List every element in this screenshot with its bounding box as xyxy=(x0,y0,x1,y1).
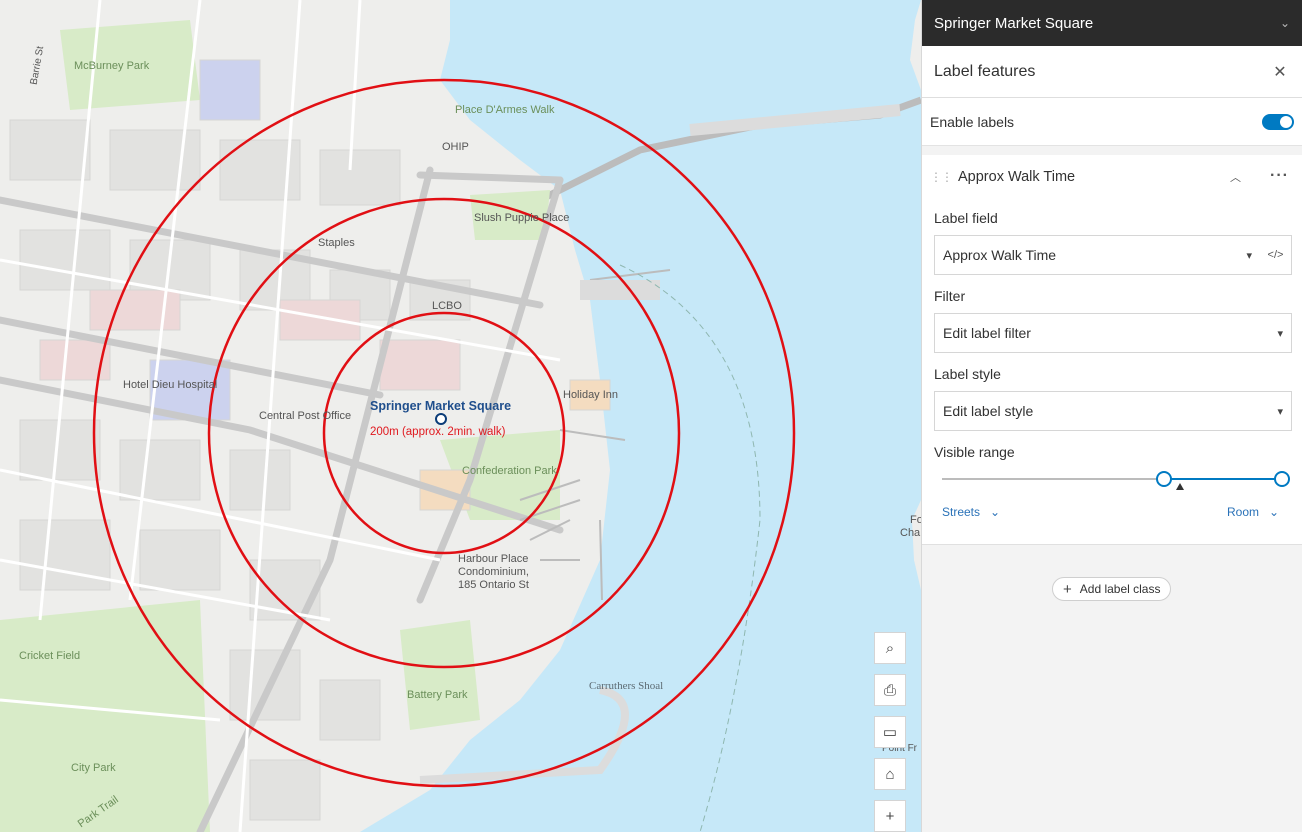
label-class-card: ⋮⋮ Approx Walk Time ︿ ··· Label field Ap… xyxy=(922,155,1302,545)
range-min-label: Streets xyxy=(942,505,981,519)
map-zoom-in-button[interactable]: + xyxy=(874,800,906,832)
map-label-condominium: Condominium, xyxy=(458,566,529,578)
map-search-button[interactable]: ⌕ xyxy=(874,632,906,664)
battery-park-area xyxy=(400,620,480,730)
map-label-mcburney-park: McBurney Park xyxy=(74,60,150,72)
label-style-value: Edit label style xyxy=(943,403,1034,419)
slider-min-handle[interactable] xyxy=(1156,471,1172,487)
map-label-place-darmes: Place D'Armes Walk xyxy=(455,104,555,116)
chevron-down-icon: ▾ xyxy=(1277,327,1283,340)
map-label-city-park: City Park xyxy=(71,762,116,774)
layer-header[interactable]: Springer Market Square ⌄ xyxy=(922,0,1302,46)
map-label-edge-cha: Cha xyxy=(900,527,921,539)
label-style-label: Label style xyxy=(934,366,1001,382)
home-icon: ⌂ xyxy=(885,765,895,783)
map-label-battery-park: Battery Park xyxy=(407,689,468,701)
slider-max-handle[interactable] xyxy=(1274,471,1290,487)
enable-labels-label: Enable labels xyxy=(930,113,1015,130)
map-label-central-post: Central Post Office xyxy=(259,410,352,422)
feature-label-walk-time: 200m (approx. 2min. walk) xyxy=(370,426,506,438)
label-field-select[interactable]: Approx Walk Time ▾ xyxy=(934,235,1261,275)
map-label-harbour-place: Harbour Place xyxy=(458,553,529,565)
map-label-lcbo: LCBO xyxy=(432,300,462,312)
zoom-in-icon: + xyxy=(885,807,895,825)
map-label-cricket-field: Cricket Field xyxy=(19,650,81,662)
basemap xyxy=(0,0,921,832)
label-field-label: Label field xyxy=(934,210,998,226)
range-max-label: Room xyxy=(1227,505,1260,519)
filter-select[interactable]: Edit label filter ▾ xyxy=(934,313,1292,353)
visible-range-slider[interactable] xyxy=(934,467,1294,497)
map-label-ohip: OHIP xyxy=(442,141,469,153)
plus-icon: + xyxy=(1063,580,1072,598)
range-min-dropdown[interactable]: Streets ⌄ xyxy=(942,505,1000,519)
map-home-button[interactable]: ⌂ xyxy=(874,758,906,790)
map-label-edge-fo: Fo xyxy=(910,514,921,526)
label-style-select[interactable]: Edit label style ▾ xyxy=(934,391,1292,431)
label-field-value: Approx Walk Time xyxy=(943,247,1057,263)
map-label-confederation-park: Confederation Park xyxy=(462,465,557,477)
label-features-header: Label features ✕ xyxy=(922,46,1302,98)
chevron-down-icon: ⌄ xyxy=(983,505,1001,519)
code-icon: </> xyxy=(1267,249,1284,261)
layer-title: Springer Market Square xyxy=(934,14,1094,32)
range-max-dropdown[interactable]: Room ⌄ xyxy=(1227,505,1279,519)
add-label-class-label: Add label class xyxy=(1079,582,1161,596)
filter-label: Filter xyxy=(934,288,966,304)
display-icon: ▭ xyxy=(882,724,898,741)
label-class-header[interactable]: ⋮⋮ Approx Walk Time ︿ ··· xyxy=(922,155,1302,199)
more-options-icon[interactable]: ··· xyxy=(1270,167,1289,185)
map-print-button[interactable]: ⎙ xyxy=(874,674,906,706)
search-icon: ⌕ xyxy=(885,639,895,657)
expression-button[interactable]: </> xyxy=(1260,235,1292,275)
feature-label-title: Springer Market Square xyxy=(370,399,512,413)
map-view[interactable]: McBurney Park Barrie St Place D'Armes Wa… xyxy=(0,0,921,832)
chevron-up-icon[interactable]: ︿ xyxy=(1230,169,1241,185)
map-label-staples: Staples xyxy=(318,237,355,249)
label-panel: Springer Market Square ⌄ Label features … xyxy=(921,0,1302,832)
enable-labels-toggle[interactable] xyxy=(1262,113,1294,130)
map-label-hotel-dieu: Hotel Dieu Hospital xyxy=(123,379,218,391)
map-label-slush-puppie: Slush Puppie Place xyxy=(474,212,570,224)
pier xyxy=(580,280,660,300)
enable-labels-row: Enable labels xyxy=(922,98,1302,146)
label-features-title: Label features xyxy=(934,62,1036,80)
chevron-down-icon: ▾ xyxy=(1246,249,1252,262)
label-class-name: Approx Walk Time xyxy=(958,169,1076,185)
visible-range-label: Visible range xyxy=(934,444,1015,460)
map-label-holiday-inn: Holiday Inn xyxy=(563,389,619,401)
drag-handle-icon[interactable]: ⋮⋮ xyxy=(930,171,953,183)
chevron-down-icon[interactable]: ⌄ xyxy=(1280,16,1290,30)
print-icon: ⎙ xyxy=(883,681,896,699)
filter-value: Edit label filter xyxy=(943,325,1031,341)
map-display-button[interactable]: ▭ xyxy=(874,716,906,748)
chevron-down-icon: ▾ xyxy=(1277,405,1283,418)
map-label-ontario-st: 185 Ontario St xyxy=(458,579,529,591)
add-label-class-button[interactable]: + Add label class xyxy=(1052,577,1172,601)
feature-point-marker[interactable] xyxy=(435,413,447,425)
close-icon[interactable]: ✕ xyxy=(1270,62,1290,82)
current-scale-marker xyxy=(1176,483,1184,490)
chevron-down-icon: ⌄ xyxy=(1262,505,1280,519)
map-label-carruthers-shoal: Carruthers Shoal xyxy=(589,680,664,692)
